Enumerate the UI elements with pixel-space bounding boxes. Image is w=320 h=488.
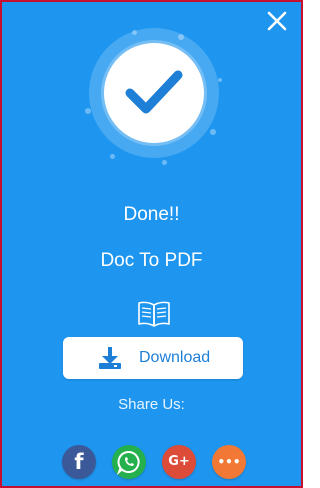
facebook-share-button[interactable]: f [62, 445, 96, 479]
file-name: Doc To PDF [100, 250, 203, 271]
more-share-button[interactable]: ••• [212, 445, 246, 479]
success-check [104, 43, 204, 143]
whatsapp-share-button[interactable] [112, 445, 146, 479]
checkmark-icon [125, 70, 183, 114]
google-plus-icon: G+ [168, 454, 190, 469]
download-icon [99, 347, 121, 369]
sparkle-dot [218, 78, 222, 82]
google-plus-share-button[interactable]: G+ [162, 445, 196, 479]
sparkle-dot [110, 154, 115, 159]
download-button[interactable]: Download [63, 337, 243, 379]
sparkle-dot [162, 160, 167, 165]
sparkle-dot [210, 129, 216, 135]
download-label: Download [139, 349, 211, 366]
close-icon [267, 11, 287, 31]
whatsapp-icon [116, 451, 140, 476]
open-book-icon [138, 301, 170, 327]
success-dialog: Done!! Doc To PDF Download Share Us: f G… [0, 0, 303, 488]
done-title: Done!! [123, 204, 180, 225]
facebook-icon: f [74, 450, 84, 474]
close-button[interactable] [264, 8, 290, 34]
share-label: Share Us: [118, 396, 185, 413]
more-dots-icon: ••• [217, 455, 241, 469]
